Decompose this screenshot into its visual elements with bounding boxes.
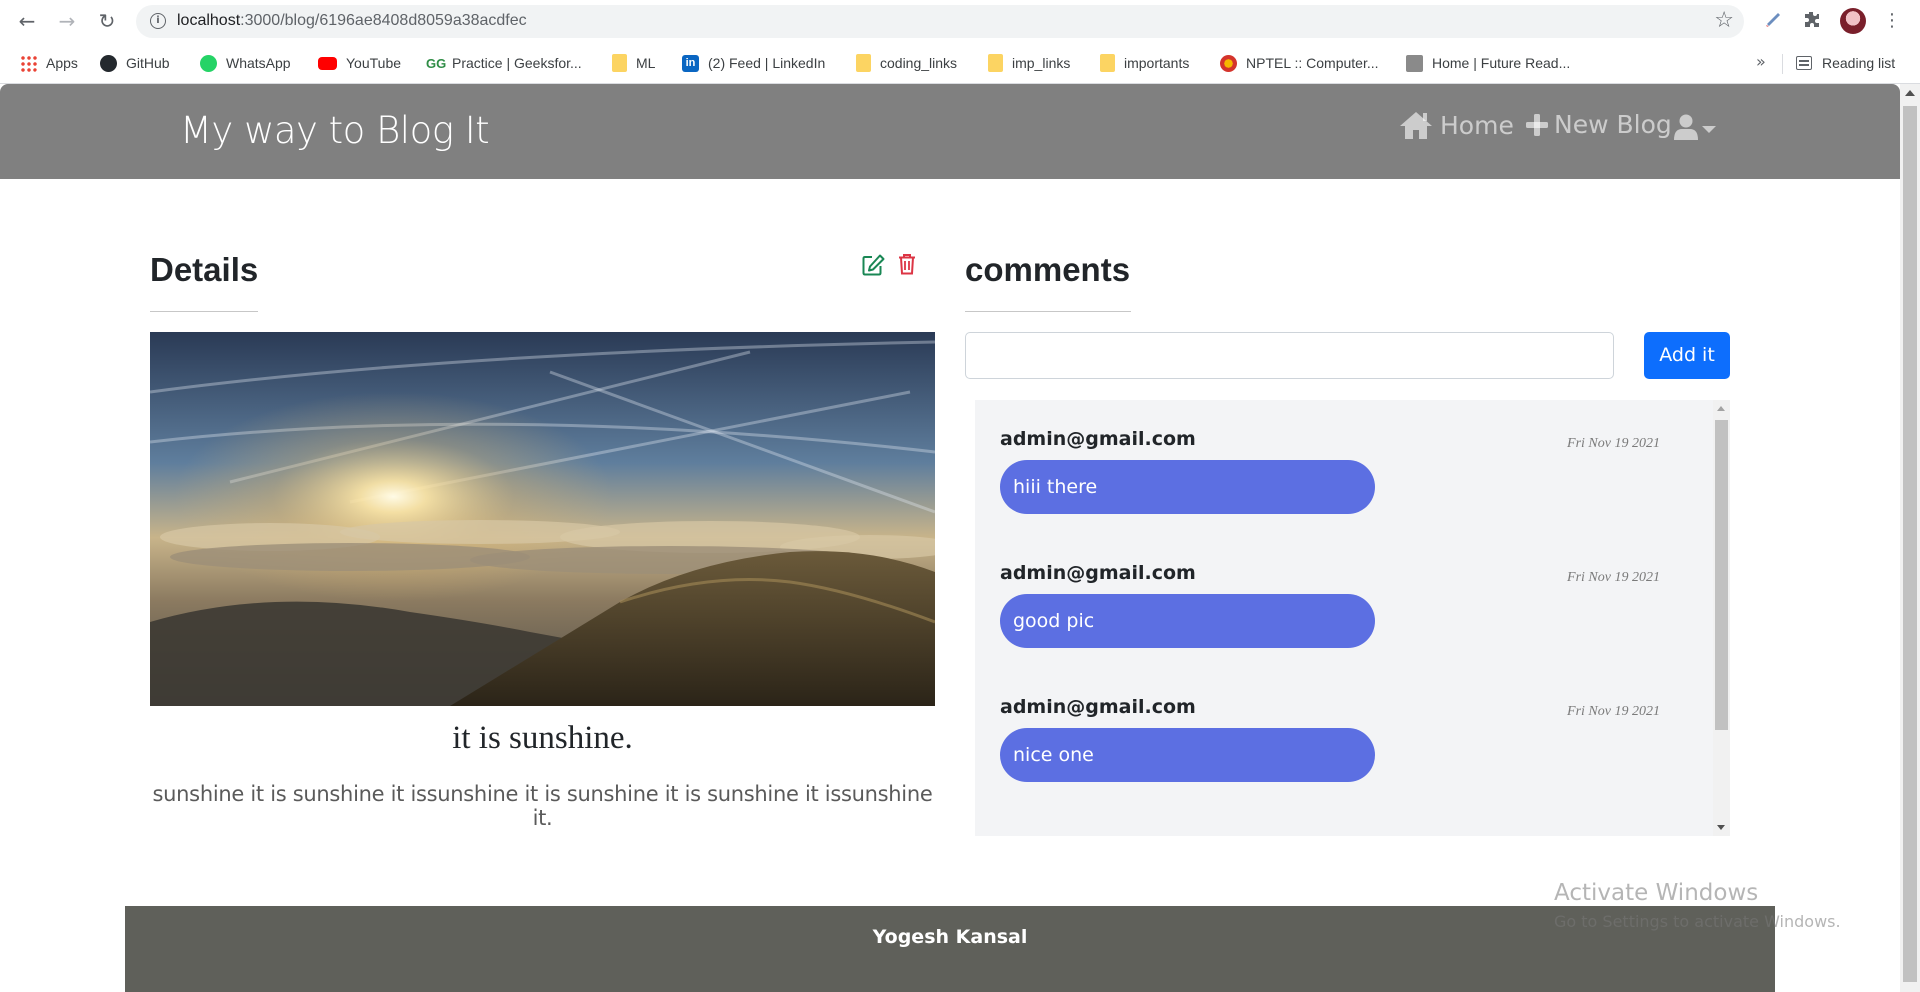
bookmark-future-read[interactable]: Home | Future Read... <box>1406 52 1570 74</box>
plus-icon <box>1526 113 1548 136</box>
browser-toolbar: ← → ↻ i localhost:3000/blog/6196ae8408d8… <box>0 0 1920 42</box>
github-icon <box>100 54 117 72</box>
bookmark-whatsapp[interactable]: WhatsApp <box>200 52 291 74</box>
details-heading: Details <box>150 251 259 288</box>
blog-title: it is sunshine. <box>452 720 633 756</box>
nav-new-blog-link[interactable]: New Blog <box>1526 110 1672 139</box>
folder-icon <box>856 54 871 72</box>
details-underline <box>150 311 258 312</box>
chevron-down-icon <box>1702 125 1716 133</box>
watermark-title: Activate Windows <box>1554 880 1759 906</box>
user-dropdown[interactable] <box>1674 114 1716 140</box>
bookmark-imp-links[interactable]: imp_links <box>988 52 1070 74</box>
home-icon <box>1400 112 1432 139</box>
bookmark-github[interactable]: GitHub <box>100 52 170 74</box>
bookmark-star-icon[interactable]: ☆ <box>1714 8 1734 33</box>
comment-item: admin@gmail.com Fri Nov 19 2021 nice one <box>1000 686 1700 796</box>
blog-image <box>150 332 935 706</box>
comment-author: admin@gmail.com <box>1000 696 1196 718</box>
bookmark-coding-links[interactable]: coding_links <box>856 52 957 74</box>
bookmark-apps[interactable]: Apps <box>20 52 78 74</box>
linkedin-icon: in <box>682 54 699 72</box>
trash-icon <box>899 254 915 275</box>
folder-icon <box>1100 54 1115 72</box>
back-arrow-icon[interactable]: ← <box>14 8 40 34</box>
edit-icon <box>862 254 885 276</box>
youtube-icon <box>318 56 337 70</box>
folder-icon <box>988 54 1003 72</box>
scroll-up-arrow-icon[interactable] <box>1717 406 1725 411</box>
comments-list[interactable]: admin@gmail.com Fri Nov 19 2021 hiii the… <box>975 400 1730 836</box>
comment-input[interactable] <box>965 332 1614 379</box>
bookmarks-bar: Apps GitHub WhatsApp YouTube GG Practice … <box>0 42 1920 84</box>
whatsapp-icon <box>200 54 217 72</box>
reading-list-button[interactable]: Reading list <box>1796 52 1895 74</box>
bookmark-nptel[interactable]: NPTEL :: Computer... <box>1220 52 1379 74</box>
nptel-icon <box>1220 54 1237 72</box>
folder-icon <box>612 54 627 72</box>
site-info-icon[interactable]: i <box>150 13 166 29</box>
footer-author: Yogesh Kansal <box>872 926 1028 948</box>
comments-scroll-thumb[interactable] <box>1715 420 1728 730</box>
comment-date: Fri Nov 19 2021 <box>1567 570 1660 585</box>
nav-home-link[interactable]: Home <box>1398 110 1514 140</box>
forward-arrow-icon[interactable]: → <box>54 8 80 34</box>
activate-windows-watermark: Activate Windows Go to Settings to activ… <box>1554 880 1841 931</box>
comment-date: Fri Nov 19 2021 <box>1567 436 1660 451</box>
reload-icon[interactable]: ↻ <box>94 8 120 34</box>
comment-date: Fri Nov 19 2021 <box>1567 704 1660 719</box>
delete-blog-button[interactable] <box>898 253 916 279</box>
bookmark-geeksforgeeks[interactable]: GG Practice | Geeksfor... <box>426 52 582 74</box>
comments-underline <box>965 311 1131 312</box>
page-scroll-thumb[interactable] <box>1903 106 1917 982</box>
blog-body: sunshine it is sunshine it issunshine it… <box>152 782 933 830</box>
app-navbar: My way to Blog It Home New Blog <box>0 84 1900 179</box>
extensions-puzzle-icon[interactable] <box>1800 9 1824 33</box>
page-viewport: My way to Blog It Home New Blog Details <box>0 84 1900 992</box>
extension-icon[interactable] <box>1762 9 1786 33</box>
add-comment-button[interactable]: Add it <box>1644 332 1730 379</box>
navbar-brand[interactable]: My way to Blog It <box>180 109 490 152</box>
address-bar[interactable]: i localhost:3000/blog/6196ae8408d8059a38… <box>136 5 1744 38</box>
apps-grid-icon <box>20 54 37 72</box>
edit-blog-button[interactable] <box>862 254 885 280</box>
bookmark-ml[interactable]: ML <box>612 52 655 74</box>
comment-text: good pic <box>1000 594 1375 648</box>
user-icon <box>1674 114 1698 140</box>
bookmark-linkedin[interactable]: in (2) Feed | LinkedIn <box>682 52 825 74</box>
future-read-icon <box>1406 54 1423 72</box>
bookmarks-divider <box>1782 54 1783 74</box>
browser-menu-icon[interactable]: ⋮ <box>1880 9 1904 33</box>
sunrise-mountain-image <box>150 332 935 706</box>
profile-avatar[interactable] <box>1840 8 1866 34</box>
scroll-down-arrow-icon[interactable] <box>1717 825 1725 830</box>
comment-item: admin@gmail.com Fri Nov 19 2021 good pic <box>1000 552 1700 662</box>
comment-text: nice one <box>1000 728 1375 782</box>
comment-item: admin@gmail.com Fri Nov 19 2021 hiii the… <box>1000 418 1700 528</box>
comment-author: admin@gmail.com <box>1000 562 1196 584</box>
bookmark-youtube[interactable]: YouTube <box>318 52 401 74</box>
page-footer: Yogesh Kansal <box>125 906 1775 992</box>
comments-scrollbar[interactable] <box>1713 400 1730 836</box>
geeksforgeeks-icon: GG <box>426 55 447 71</box>
bookmarks-more[interactable]: » <box>1756 52 1766 71</box>
address-url[interactable]: localhost:3000/blog/6196ae8408d8059a38ac… <box>177 12 527 30</box>
bookmark-importants[interactable]: importants <box>1100 52 1189 74</box>
comment-text: hiii there <box>1000 460 1375 514</box>
comments-heading: comments <box>965 251 1131 288</box>
reading-list-icon <box>1796 56 1812 70</box>
comment-author: admin@gmail.com <box>1000 428 1196 450</box>
watermark-subtitle: Go to Settings to activate Windows. <box>1554 912 1841 931</box>
page-scroll-up-icon[interactable] <box>1905 90 1915 96</box>
page-scrollbar[interactable] <box>1900 84 1920 992</box>
